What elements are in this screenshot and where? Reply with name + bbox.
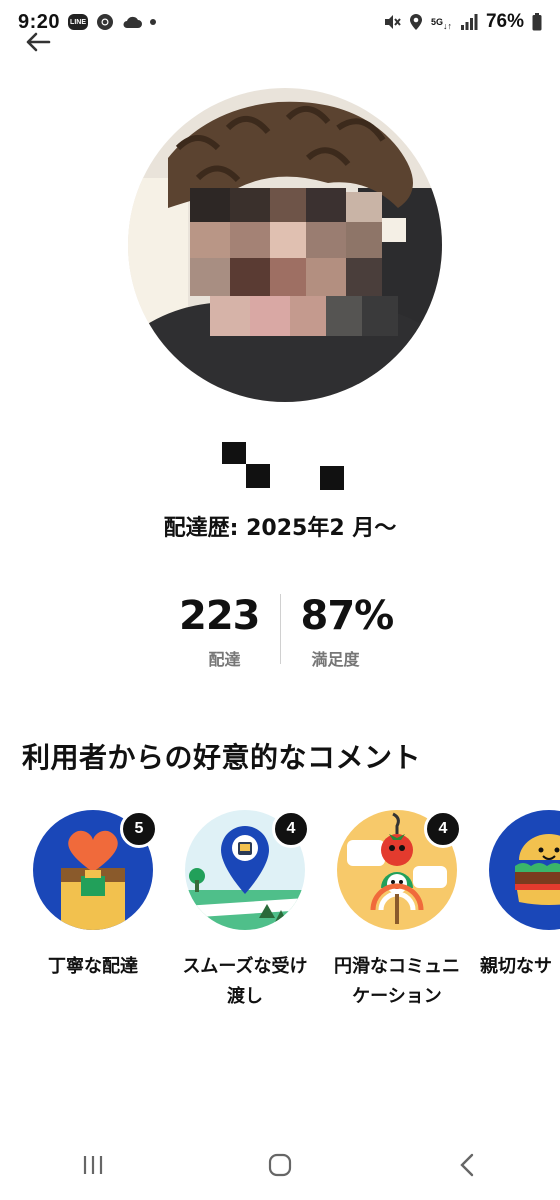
back-button[interactable] xyxy=(22,28,54,56)
stat-deliveries: 223 配達 xyxy=(160,594,274,670)
compliment-item-smooth-handoff[interactable]: 4 スムーズな受け 渡し xyxy=(170,806,320,1012)
deliveries-label: 配達 xyxy=(208,650,241,669)
stats-divider xyxy=(279,594,281,664)
compliment-item-careful-delivery[interactable]: 5 丁寧な配達 xyxy=(18,806,168,982)
compliment-label: 丁寧な配達 xyxy=(18,952,168,982)
delivery-history: 配達歴: 2025年2 月〜 xyxy=(163,516,397,541)
home-icon xyxy=(268,1153,292,1177)
courier-profile-screen: 9:20 LINE 5G ↓↑ 76% 配達歴: 2025年2 月〜 223 配… xyxy=(0,0,560,1200)
courier-name-redacted xyxy=(222,442,352,492)
stat-satisfaction: 87% 満足度 xyxy=(287,594,401,670)
compliment-label-line: 渡し xyxy=(227,986,263,1007)
recent-apps-icon xyxy=(84,1156,103,1174)
battery-percent: 76% xyxy=(485,11,524,32)
mute-icon xyxy=(383,13,401,31)
compliment-label: スムーズな受け 渡し xyxy=(170,952,320,1012)
notification-dot-icon xyxy=(150,19,157,25)
chrome-icon xyxy=(96,13,114,31)
status-right: 5G ↓↑ 76% xyxy=(383,11,542,33)
compliment-label-line: 円滑なコミュニ xyxy=(334,956,460,977)
chevron-left-icon xyxy=(459,1153,473,1177)
line-app-icon: LINE xyxy=(68,14,89,30)
system-back-button[interactable] xyxy=(437,1145,497,1185)
stats-row: 223 配達 87% 満足度 xyxy=(0,594,560,670)
compliment-label-line: ケーション xyxy=(352,986,442,1007)
compliment-count-badge: 4 xyxy=(424,810,462,848)
recent-apps-button[interactable] xyxy=(63,1145,123,1185)
location-icon xyxy=(409,13,423,31)
compliment-count-badge: 5 xyxy=(120,810,158,848)
deliveries-count: 223 xyxy=(179,593,261,639)
compliment-count-badge: 4 xyxy=(272,810,310,848)
satisfaction-label: 満足度 xyxy=(311,650,360,669)
home-button[interactable] xyxy=(250,1145,310,1185)
compliment-label-line: 丁寧な配達 xyxy=(48,956,138,977)
signal-icon xyxy=(460,14,478,30)
status-bar: 9:20 LINE 5G ↓↑ 76% xyxy=(0,0,560,44)
satisfaction-rate: 87% xyxy=(300,593,395,639)
compliment-label: 親切なサ xyxy=(474,952,560,982)
network-5g-icon: 5G ↓↑ xyxy=(430,16,452,31)
network-label: 5G xyxy=(430,16,443,27)
navigation-bar xyxy=(0,1130,560,1200)
compliments-title: 利用者からの好意的なコメント xyxy=(22,741,422,774)
arrow-left-icon xyxy=(26,32,51,52)
compliment-item-smooth-communication[interactable]: 4 円滑なコミュニ ケーション xyxy=(322,806,472,1012)
battery-icon xyxy=(532,13,542,31)
compliment-label: 円滑なコミュニ ケーション xyxy=(322,952,472,1012)
avatar xyxy=(128,88,442,402)
burger-icon xyxy=(489,810,560,930)
compliment-label-line: 親切なサ xyxy=(480,956,552,977)
compliments-carousel[interactable]: 5 丁寧な配達 4 スムーズな受け 渡し 4 円滑なコミュニ ケーション 親切な… xyxy=(0,806,560,1026)
cloud-icon xyxy=(122,15,143,29)
compliment-label-line: スムーズな受け xyxy=(182,956,308,977)
compliment-item-kind-service[interactable]: 親切なサ xyxy=(474,806,560,982)
